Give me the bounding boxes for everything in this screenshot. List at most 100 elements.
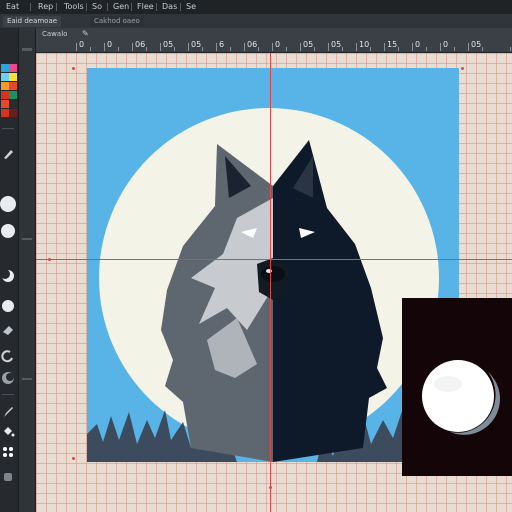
- menu-eat[interactable]: Eat: [6, 0, 19, 14]
- menu-das[interactable]: Das: [162, 0, 177, 14]
- ruler-minor-tick: [454, 47, 455, 51]
- ruler-minor-tick: [314, 47, 315, 51]
- ruler-minor-tick: [482, 47, 483, 51]
- ruler-minor-tick: [510, 47, 511, 51]
- toolbar-divider: [2, 394, 14, 395]
- ruler-tick: [412, 43, 413, 51]
- ruler-minor-tick: [90, 47, 91, 51]
- color-swatch-11[interactable]: [1, 109, 9, 117]
- guide-handle[interactable]: [72, 457, 75, 460]
- panel-handle-icon[interactable]: [22, 48, 32, 51]
- ruler-label: 10: [359, 40, 370, 49]
- brush-icon: ✎: [82, 29, 89, 38]
- color-swatch-10[interactable]: [9, 100, 17, 108]
- ruler-label: 0: [79, 40, 85, 49]
- menu-se[interactable]: Se: [186, 0, 196, 14]
- menu-rep[interactable]: Rep: [38, 0, 53, 14]
- tab-document-2[interactable]: Cakhod oaeo: [90, 16, 144, 27]
- ruler-minor-tick: [174, 47, 175, 51]
- menu-separator: [156, 3, 157, 11]
- ruler-minor-tick: [202, 47, 203, 51]
- ruler-minor-tick: [398, 47, 399, 51]
- panel-handle-icon[interactable]: [22, 238, 32, 240]
- lasso-icon[interactable]: [1, 348, 15, 363]
- ruler-tick: [244, 43, 245, 51]
- ruler-label: 15: [387, 40, 398, 49]
- menu-gen[interactable]: Gen: [113, 0, 129, 14]
- guide-handle[interactable]: [269, 486, 272, 489]
- wolf-nose: [261, 266, 285, 282]
- ruler-tick: [356, 43, 357, 51]
- ruler-tick: [272, 43, 273, 51]
- ruler-minor-tick: [286, 47, 287, 51]
- menu-separator: [56, 3, 57, 11]
- ruler-label: 06: [247, 40, 258, 49]
- ruler-label: 05: [303, 40, 314, 49]
- toolbar-divider: [2, 128, 14, 129]
- tools-panel: [0, 28, 19, 512]
- menu-tools[interactable]: Tools: [64, 0, 84, 14]
- color-swatch-2[interactable]: [9, 64, 17, 72]
- wolf-nose-highlight: [266, 269, 272, 273]
- document-tab-bar: Eaid deamoae Cakhod oaeo: [0, 14, 512, 29]
- ruler-tick: [104, 43, 105, 51]
- ruler-tick: [132, 43, 133, 51]
- ruler-tick: [160, 43, 161, 51]
- eyedropper-icon[interactable]: [1, 444, 15, 458]
- ellipse-tool-icon[interactable]: [0, 196, 16, 212]
- tab-document-1[interactable]: Eaid deamoae: [3, 16, 62, 27]
- brush-icon[interactable]: [1, 404, 15, 418]
- guide-handle[interactable]: [72, 67, 75, 70]
- menu-separator: [107, 3, 108, 11]
- color-swatch-4[interactable]: [9, 73, 17, 81]
- menu-separator: [86, 3, 87, 11]
- panel-handle-icon[interactable]: [22, 378, 32, 380]
- menu-separator: [180, 3, 181, 11]
- guide-vertical[interactable]: [270, 53, 271, 512]
- ruler-minor-tick: [146, 47, 147, 51]
- paint-bucket-icon[interactable]: [1, 424, 15, 438]
- floating-preview-panel[interactable]: [402, 298, 512, 476]
- ruler-label: 05: [471, 40, 482, 49]
- menu-bar: Eat Rep Tools So Gen Flee Das Se: [0, 0, 512, 15]
- ruler-minor-tick: [342, 47, 343, 51]
- color-swatch-1[interactable]: [1, 64, 9, 72]
- ruler-label: 06: [135, 40, 146, 49]
- ruler-label: 6: [219, 40, 225, 49]
- color-swatch-5[interactable]: [1, 82, 9, 90]
- ruler-tick: [468, 43, 469, 51]
- moon-tool-icon[interactable]: [1, 298, 15, 312]
- color-swatch-7[interactable]: [1, 91, 9, 99]
- ruler-label: 0: [107, 40, 113, 49]
- ellipse-tool-icon[interactable]: [1, 224, 15, 238]
- ruler-tick: [216, 43, 217, 51]
- guide-horizontal[interactable]: [36, 259, 512, 260]
- color-swatch-9[interactable]: [1, 100, 9, 108]
- horizontal-ruler[interactable]: Cawalo ✎ 0 0 06 05 05 6 06 0 05 05 10 15 0 0 05: [36, 28, 512, 53]
- ruler-label: 0: [415, 40, 421, 49]
- ruler-label: 05: [331, 40, 342, 49]
- guide-handle[interactable]: [48, 258, 51, 261]
- menu-separator: [30, 3, 31, 11]
- color-swatch-12[interactable]: [9, 109, 17, 117]
- color-swatch-8[interactable]: [9, 91, 17, 99]
- eraser-icon[interactable]: [1, 322, 15, 336]
- ruler-minor-tick: [118, 47, 119, 51]
- ruler-tick: [384, 43, 385, 51]
- menu-flee[interactable]: Flee: [137, 0, 154, 14]
- panel-strip: [19, 28, 36, 512]
- ruler-label: 0: [443, 40, 449, 49]
- moon-tool-icon[interactable]: [0, 268, 15, 282]
- hand-tool-icon[interactable]: [1, 468, 15, 482]
- ruler-tick: [188, 43, 189, 51]
- color-swatch-3[interactable]: [1, 73, 9, 81]
- guide-handle[interactable]: [461, 67, 464, 70]
- ruler-minor-tick: [426, 47, 427, 51]
- ruler-tick: [440, 43, 441, 51]
- moon-tool-icon[interactable]: [1, 370, 15, 384]
- ruler-minor-tick: [258, 47, 259, 51]
- color-swatch-6[interactable]: [9, 82, 17, 90]
- ruler-tick: [76, 43, 77, 51]
- pen-tool-icon[interactable]: [1, 146, 15, 160]
- menu-so[interactable]: So: [92, 0, 102, 14]
